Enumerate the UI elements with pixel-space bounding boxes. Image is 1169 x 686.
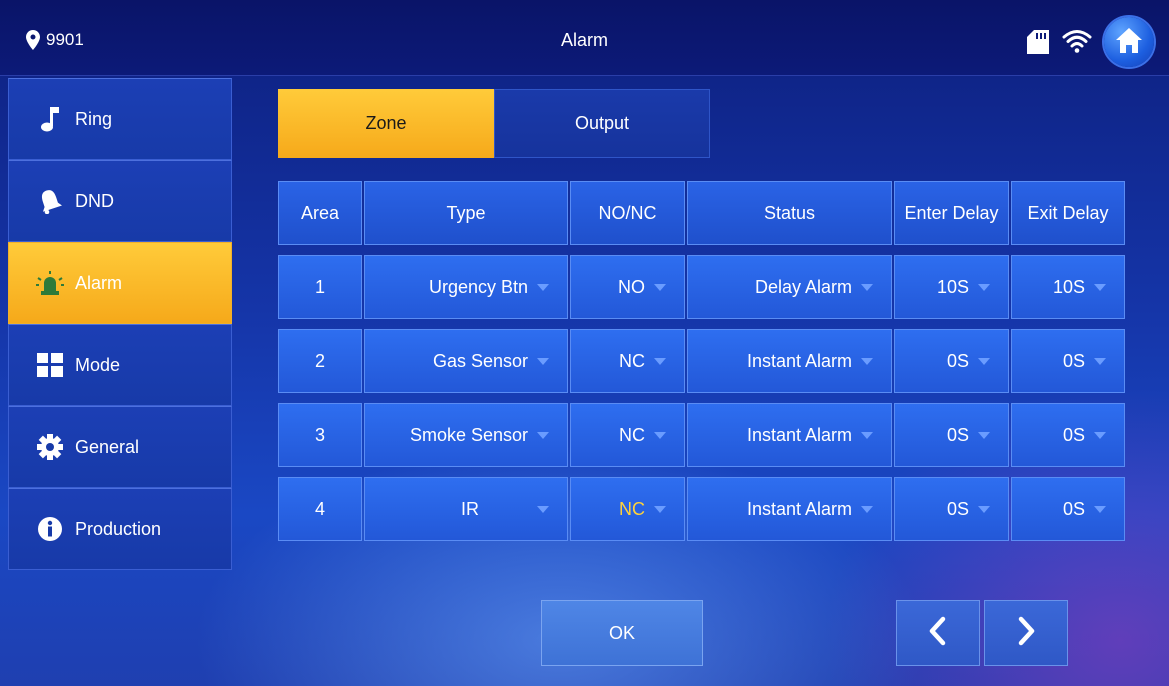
nonc-dropdown[interactable]: NC (570, 329, 685, 393)
column-header-area: Area (278, 181, 362, 245)
exit-delay-dropdown[interactable]: 0S (1011, 477, 1125, 541)
table-cell-area: 3 (278, 403, 362, 467)
sidebar-item-ring[interactable]: Ring (8, 78, 232, 160)
dropdown-arrow-icon (654, 283, 666, 291)
page-title: Alarm (560, 30, 608, 50)
music-note-icon (33, 104, 67, 134)
tab-output[interactable]: Output (494, 89, 710, 158)
tab-zone[interactable]: Zone (278, 89, 494, 158)
sidebar-item-production[interactable]: Production (8, 488, 232, 570)
exit-delay-dropdown[interactable]: 10S (1011, 255, 1125, 319)
status-dropdown[interactable]: Instant Alarm (687, 329, 892, 393)
alarm-light-icon (33, 268, 67, 298)
enter-delay-dropdown[interactable]: 0S (894, 329, 1009, 393)
status-dropdown[interactable]: Instant Alarm (687, 403, 892, 467)
dropdown-arrow-icon (537, 431, 549, 439)
info-icon (33, 514, 67, 544)
chevron-right-icon (1016, 616, 1036, 651)
type-dropdown[interactable]: Smoke Sensor (364, 403, 568, 467)
column-header-nonc: NO/NC (570, 181, 685, 245)
dropdown-arrow-icon (861, 357, 873, 365)
bell-icon (33, 186, 67, 216)
table-cell-area: 4 (278, 477, 362, 541)
sidebar-item-label: General (75, 436, 140, 457)
nonc-dropdown[interactable]: NC (570, 477, 685, 541)
enter-delay-dropdown[interactable]: 0S (894, 477, 1009, 541)
dropdown-arrow-icon (654, 505, 666, 513)
enter-delay-dropdown[interactable]: 10S (894, 255, 1009, 319)
dropdown-arrow-icon (654, 357, 666, 365)
sidebar-item-alarm[interactable]: Alarm (8, 242, 232, 324)
nonc-dropdown[interactable]: NC (570, 403, 685, 467)
status-dropdown[interactable]: Instant Alarm (687, 477, 892, 541)
type-dropdown[interactable]: Gas Sensor (364, 329, 568, 393)
dropdown-arrow-icon (537, 357, 549, 365)
sidebar-item-label: DND (75, 190, 114, 211)
table-cell-area: 1 (278, 255, 362, 319)
dropdown-arrow-icon (861, 505, 873, 513)
grid-icon (33, 350, 67, 380)
sidebar-item-mode[interactable]: Mode (8, 324, 232, 406)
dropdown-arrow-icon (537, 505, 549, 513)
dropdown-arrow-icon (1094, 357, 1106, 365)
sidebar-item-label: Alarm (75, 272, 123, 293)
dropdown-arrow-icon (1094, 505, 1106, 513)
type-dropdown[interactable]: Urgency Btn (364, 255, 568, 319)
status-dropdown[interactable]: Delay Alarm (687, 255, 892, 319)
home-icon (1114, 26, 1144, 59)
dropdown-arrow-icon (978, 431, 990, 439)
column-header-status: Status (687, 181, 892, 245)
dropdown-arrow-icon (978, 357, 990, 365)
dropdown-arrow-icon (1094, 283, 1106, 291)
dropdown-arrow-icon (861, 431, 873, 439)
dropdown-arrow-icon (1094, 431, 1106, 439)
column-header-exit-delay: Exit Delay (1011, 181, 1125, 245)
column-header-type: Type (364, 181, 568, 245)
sidebar-item-label: Ring (75, 108, 113, 129)
nonc-dropdown[interactable]: NO (570, 255, 685, 319)
exit-delay-dropdown[interactable]: 0S (1011, 403, 1125, 467)
enter-delay-dropdown[interactable]: 0S (894, 403, 1009, 467)
exit-delay-dropdown[interactable]: 0S (1011, 329, 1125, 393)
sidebar-item-general[interactable]: General (8, 406, 232, 488)
dropdown-arrow-icon (537, 283, 549, 291)
ok-button[interactable]: OK (541, 600, 703, 666)
chevron-left-icon (928, 616, 948, 651)
sidebar: Ring DND Alarm Mode General Production (8, 78, 232, 570)
sidebar-item-label: Production (75, 518, 162, 539)
dropdown-arrow-icon (978, 283, 990, 291)
previous-page-button[interactable] (896, 600, 980, 666)
column-header-enter-delay: Enter Delay (894, 181, 1009, 245)
sd-card-icon (1027, 30, 1051, 54)
home-button[interactable] (1104, 17, 1154, 67)
type-dropdown[interactable]: IR (364, 477, 568, 541)
sidebar-item-label: Mode (75, 354, 121, 375)
sidebar-item-dnd[interactable]: DND (8, 160, 232, 242)
dropdown-arrow-icon (978, 505, 990, 513)
table-cell-area: 2 (278, 329, 362, 393)
dropdown-arrow-icon (861, 283, 873, 291)
gear-icon (33, 432, 67, 462)
next-page-button[interactable] (984, 600, 1068, 666)
top-bar: 9901 Alarm (0, 0, 1169, 76)
dropdown-arrow-icon (654, 431, 666, 439)
wifi-icon (1062, 28, 1092, 59)
